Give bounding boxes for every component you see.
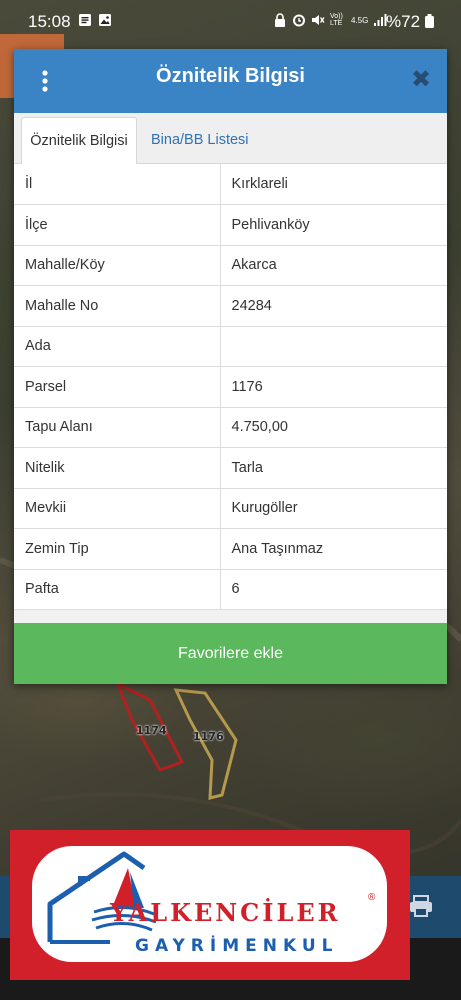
attribute-key: Parsel <box>14 366 221 408</box>
attribute-dialog: Öznitelik Bilgisi ✖ Öznitelik Bilgisi Bi… <box>14 49 447 684</box>
document-icon <box>79 14 91 26</box>
attribute-value: 4.750,00 <box>220 407 447 448</box>
parcel-label: 1174 <box>136 724 167 737</box>
table-row: İl Kırklareli <box>14 164 447 205</box>
attribute-key: Mevkii <box>14 488 221 529</box>
table-row: Mevkii Kurugöller <box>14 488 447 529</box>
attribute-value: 24284 <box>220 285 447 327</box>
attribute-table: İl Kırklareli İlçe Pehlivanköy Mahalle/K… <box>14 164 447 610</box>
attribute-value <box>220 326 447 367</box>
attribute-value: Kırklareli <box>220 164 447 205</box>
tab-building-list[interactable]: Bina/BB Listesi <box>151 117 249 163</box>
alarm-icon <box>293 14 305 27</box>
battery-percent: %72 <box>386 12 421 31</box>
attribute-value: Kurugöller <box>220 488 447 529</box>
logo-name: YALKENCİLER <box>110 898 341 927</box>
registered-mark: ® <box>368 892 376 903</box>
attribute-value: Akarca <box>220 245 447 286</box>
attribute-value: Pehlivanköy <box>220 204 447 246</box>
status-time: 15:08 <box>28 12 71 31</box>
attribute-value: Ana Taşınmaz <box>220 528 447 570</box>
close-icon[interactable]: ✖ <box>410 67 432 93</box>
attribute-key: İl <box>14 164 221 205</box>
table-row: Mahalle No 24284 <box>14 285 447 327</box>
attribute-key: Mahalle/Köy <box>14 245 221 286</box>
tab-attribute-info[interactable]: Öznitelik Bilgisi <box>21 117 137 164</box>
attribute-key: Pafta <box>14 569 221 610</box>
table-row: İlçe Pehlivanköy <box>14 204 447 246</box>
volte-icon: Vo)) LTE <box>330 13 343 27</box>
table-row: Mahalle/Köy Akarca <box>14 245 447 286</box>
attribute-key: Nitelik <box>14 447 221 489</box>
table-row: Zemin Tip Ana Taşınmaz <box>14 528 447 570</box>
parcel-label: 1176 <box>193 730 224 743</box>
attribute-key: Ada <box>14 326 221 367</box>
attribute-value: 6 <box>220 569 447 610</box>
logo-badge: YALKENCİLER ® GAYRİMENKUL <box>32 846 387 962</box>
attribute-key: Tapu Alanı <box>14 407 221 448</box>
lock-icon <box>275 13 285 27</box>
attribute-value: 1176 <box>220 366 447 408</box>
table-row: Pafta 6 <box>14 569 447 610</box>
table-row: Parsel 1176 <box>14 366 447 408</box>
parcel-1176-outline <box>173 688 238 800</box>
battery-level: %72 <box>386 12 434 32</box>
attribute-key: İlçe <box>14 204 221 246</box>
dialog-title: Öznitelik Bilgisi <box>156 65 305 87</box>
logo-subtitle: GAYRİMENKUL <box>135 936 339 956</box>
table-row: Nitelik Tarla <box>14 447 447 489</box>
attribute-key: Zemin Tip <box>14 528 221 570</box>
table-row: Ada <box>14 326 447 367</box>
attribute-value: Tarla <box>220 447 447 489</box>
print-icon[interactable] <box>408 894 434 918</box>
battery-icon <box>424 14 434 28</box>
table-row: Tapu Alanı 4.750,00 <box>14 407 447 448</box>
4g-icon: 4.5G <box>351 15 369 25</box>
tab-bar: Öznitelik Bilgisi Bina/BB Listesi <box>14 113 447 164</box>
status-bar: 15:08 Vo)) LTE 4.5G %72 <box>0 0 461 44</box>
attribute-key: Mahalle No <box>14 285 221 327</box>
watermark-logo: YALKENCİLER ® GAYRİMENKUL <box>10 830 410 980</box>
add-to-favorites-button[interactable]: Favorilere ekle <box>14 623 447 684</box>
dialog-header: Öznitelik Bilgisi ✖ <box>14 49 447 113</box>
image-icon <box>99 14 111 26</box>
mute-icon <box>312 15 325 25</box>
